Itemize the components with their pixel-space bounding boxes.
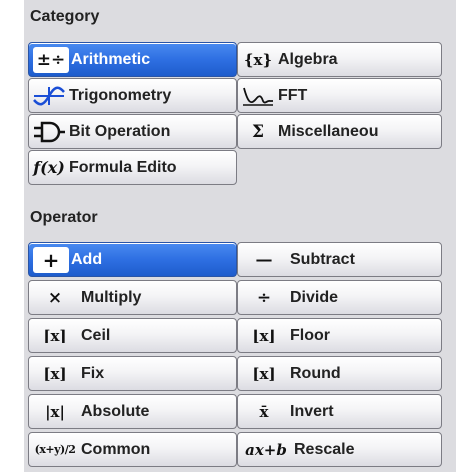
operator-round-label: Round xyxy=(290,364,341,382)
category-bit-operation-label: Bit Operation xyxy=(69,122,171,140)
operator-common-label: Common xyxy=(81,440,151,458)
operator-add-button[interactable]: + Add xyxy=(28,242,237,277)
logic-gate-icon xyxy=(29,119,69,145)
operator-rescale-label: Rescale xyxy=(294,440,355,458)
category-algebra-label: Algebra xyxy=(278,50,338,68)
fft-spectrum-icon xyxy=(238,83,278,109)
operator-absolute-button[interactable]: |x| Absolute xyxy=(28,394,237,429)
operator-ceil-button[interactable]: ⌈x⌉ Ceil xyxy=(28,318,237,353)
operator-invert-label: Invert xyxy=(290,402,334,420)
operator-ceil-label: Ceil xyxy=(81,326,111,344)
plus-minus-times-divide-icon: ±÷ xyxy=(33,46,69,73)
common-fraction-icon: (x+y)/2 xyxy=(34,443,76,456)
category-miscellaneous-button[interactable]: Σ Miscellaneou xyxy=(237,114,442,149)
minus-icon: — xyxy=(255,249,273,270)
fix-icon: [x] xyxy=(43,364,67,383)
category-fft-button[interactable]: FFT xyxy=(237,78,442,113)
operator-invert-button[interactable]: x̄ Invert xyxy=(237,394,442,429)
divide-icon: ÷ xyxy=(256,287,272,308)
category-bit-operation-button[interactable]: Bit Operation xyxy=(28,114,237,149)
operator-subtract-button[interactable]: — Subtract xyxy=(237,242,442,277)
operator-divide-label: Divide xyxy=(290,288,339,306)
operator-heading: Operator xyxy=(30,209,98,226)
category-arithmetic-label: Arithmetic xyxy=(71,50,151,68)
category-formula-editor-button[interactable]: f(x) Formula Edito xyxy=(28,150,237,185)
ceil-icon: ⌈x⌉ xyxy=(43,326,67,345)
operator-round-button[interactable]: [x] Round xyxy=(237,356,442,391)
rescale-icon: ax+b xyxy=(245,440,287,459)
operator-multiply-label: Multiply xyxy=(81,288,142,306)
operator-subtract-label: Subtract xyxy=(290,250,355,268)
math-function-panel: Category ±÷ Arithmetic {x} Algebra Trigo… xyxy=(24,0,456,472)
operator-divide-button[interactable]: ÷ Divide xyxy=(237,280,442,315)
operator-add-label: Add xyxy=(71,250,103,268)
sine-wave-icon xyxy=(29,83,69,109)
category-heading: Category xyxy=(30,8,100,25)
operator-common-button[interactable]: (x+y)/2 Common xyxy=(28,432,237,467)
category-fft-label: FFT xyxy=(278,86,308,104)
sigma-icon: Σ xyxy=(251,121,265,142)
floor-icon: ⌊x⌋ xyxy=(252,326,276,345)
invert-icon: x̄ xyxy=(259,402,269,421)
multiply-icon: × xyxy=(47,287,63,308)
function-icon: f(x) xyxy=(33,158,65,177)
operator-floor-label: Floor xyxy=(290,326,330,344)
category-trigonometry-label: Trigonometry xyxy=(69,86,172,104)
category-formula-editor-label: Formula Edito xyxy=(69,158,177,176)
operator-absolute-label: Absolute xyxy=(81,402,150,420)
category-algebra-button[interactable]: {x} Algebra xyxy=(237,42,442,77)
absolute-value-icon: |x| xyxy=(45,402,65,421)
operator-fix-button[interactable]: [x] Fix xyxy=(28,356,237,391)
operator-fix-label: Fix xyxy=(81,364,105,382)
plus-icon: + xyxy=(33,246,69,273)
category-trigonometry-button[interactable]: Trigonometry xyxy=(28,78,237,113)
operator-rescale-button[interactable]: ax+b Rescale xyxy=(237,432,442,467)
algebra-x-icon: {x} xyxy=(243,50,273,69)
operator-floor-button[interactable]: ⌊x⌋ Floor xyxy=(237,318,442,353)
category-miscellaneous-label: Miscellaneou xyxy=(278,122,379,140)
operator-multiply-button[interactable]: × Multiply xyxy=(28,280,237,315)
round-icon: [x] xyxy=(252,364,276,383)
category-arithmetic-button[interactable]: ±÷ Arithmetic xyxy=(28,42,237,77)
